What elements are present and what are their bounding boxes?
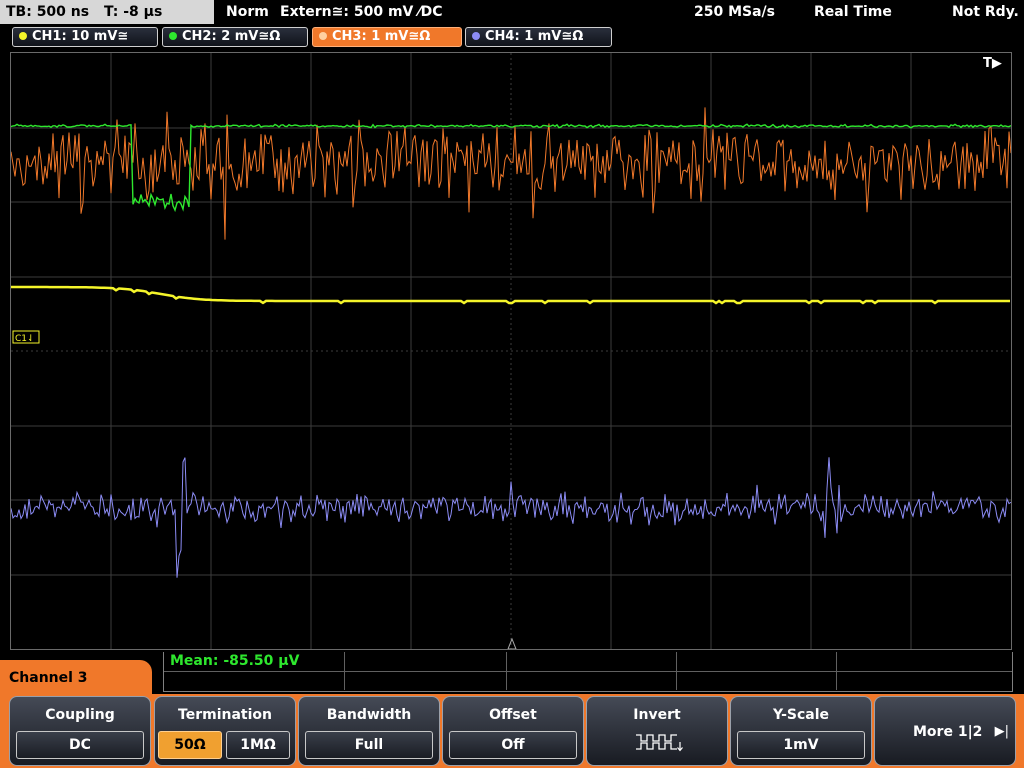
- bandwidth-title: Bandwidth: [326, 707, 412, 723]
- timebase-value: TB: 500 ns: [6, 4, 90, 20]
- more-softkey[interactable]: More 1|2 ▶|: [874, 696, 1016, 766]
- termination-50ohm-button[interactable]: 50Ω: [158, 731, 222, 759]
- coupling-value-button[interactable]: DC: [16, 731, 144, 759]
- termination-softkey[interactable]: Termination 50Ω 1MΩ: [154, 696, 296, 766]
- ch4-label: CH4: 1 mV≅Ω: [485, 29, 584, 44]
- panel-title: Channel 3: [0, 660, 152, 698]
- invert-waveform-icon: [636, 734, 683, 752]
- ch1-dot-icon: [19, 32, 27, 40]
- offset-value-button[interactable]: Off: [449, 731, 577, 759]
- mean-measurement[interactable]: Mean: -85.50 µV: [170, 653, 299, 669]
- ch3-label: CH3: 1 mV≅Ω: [332, 29, 431, 44]
- waveform-display[interactable]: T▶ C1⇃: [10, 52, 1012, 650]
- next-page-icon: ▶|: [994, 724, 1009, 739]
- measurement-panel: Mean: -85.50 µV: [163, 652, 1013, 692]
- bandwidth-value-button[interactable]: Full: [305, 731, 433, 759]
- tab-ch3[interactable]: CH3: 1 mV≅Ω: [312, 27, 462, 47]
- waveform-canvas: T▶ C1⇃: [11, 53, 1011, 649]
- tab-ch1[interactable]: CH1: 10 mV≅: [12, 27, 158, 47]
- ch2-waveform: [11, 123, 1011, 213]
- status-bar: TB: 500 ns T: -8 µs Norm Extern≅: 500 mV…: [0, 0, 1024, 24]
- trigger-flag-icon: T▶: [983, 56, 1002, 71]
- invert-softkey[interactable]: Invert: [586, 696, 728, 766]
- acquisition-mode: Real Time: [814, 4, 892, 20]
- coupling-title: Coupling: [45, 707, 115, 723]
- ch1-ref-marker[interactable]: C1⇃: [12, 330, 40, 344]
- yscale-value-button[interactable]: 1mV: [737, 731, 865, 759]
- graticule-lines: [11, 53, 1011, 649]
- bandwidth-softkey[interactable]: Bandwidth Full: [298, 696, 440, 766]
- tab-ch2[interactable]: CH2: 2 mV≅Ω: [162, 27, 308, 47]
- timebase-box[interactable]: TB: 500 ns T: -8 µs: [0, 0, 214, 24]
- yscale-title: Y-Scale: [772, 707, 829, 723]
- meas-divider: [164, 671, 1012, 672]
- ch2-dot-icon: [169, 32, 177, 40]
- more-label: More 1|2: [913, 724, 983, 740]
- channel-tabs: CH1: 10 mV≅ CH2: 2 mV≅Ω CH3: 1 mV≅Ω CH4:…: [0, 24, 1024, 50]
- ch3-dot-icon: [319, 32, 327, 40]
- invert-title: Invert: [633, 707, 681, 723]
- trigger-position: T: -8 µs: [103, 4, 163, 20]
- trigger-position-icon: [507, 637, 517, 649]
- offset-title: Offset: [489, 707, 537, 723]
- ch1-label: CH1: 10 mV≅: [32, 29, 129, 44]
- termination-1mohm-button[interactable]: 1MΩ: [226, 731, 290, 759]
- sample-rate: 250 MSa/s: [694, 4, 776, 20]
- offset-softkey[interactable]: Offset Off: [442, 696, 584, 766]
- ch2-label: CH2: 2 mV≅Ω: [182, 29, 281, 44]
- tab-ch4[interactable]: CH4: 1 mV≅Ω: [465, 27, 612, 47]
- trigger-source[interactable]: Extern≅: 500 mV ⁄DC: [280, 0, 442, 24]
- trigger-mode[interactable]: Norm: [226, 0, 269, 24]
- ch1-ref-label: C1⇃: [15, 334, 35, 344]
- softkey-bar: Coupling DC Termination 50Ω 1MΩ Bandwidt…: [0, 694, 1024, 768]
- yscale-softkey[interactable]: Y-Scale 1mV: [730, 696, 872, 766]
- acquisition-state: Not Rdy.: [952, 4, 1019, 20]
- coupling-softkey[interactable]: Coupling DC: [9, 696, 151, 766]
- termination-title: Termination: [178, 707, 272, 723]
- ch4-dot-icon: [472, 32, 480, 40]
